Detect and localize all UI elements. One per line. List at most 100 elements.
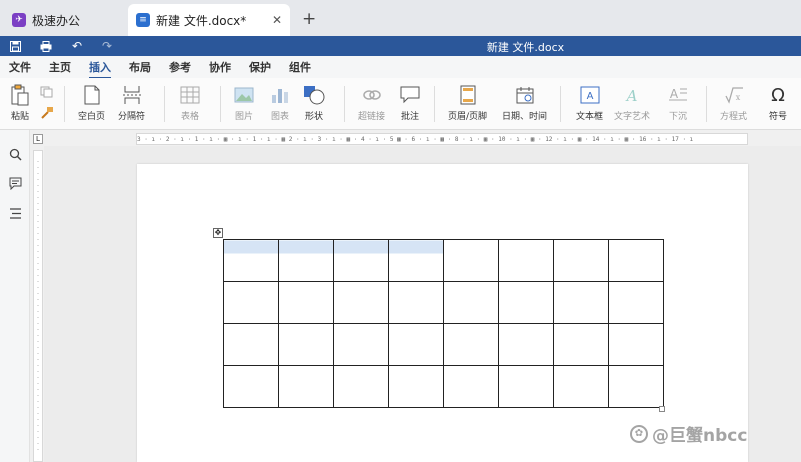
table-cell[interactable] [278,323,334,366]
textbox-button[interactable]: A 文本框 [576,84,603,122]
table-cell[interactable] [278,239,334,282]
table-cell[interactable] [333,323,389,366]
chart-label: 图表 [270,112,289,122]
tab-stop-selector[interactable]: L [33,134,43,144]
table-cell[interactable] [443,323,499,366]
table-cell[interactable] [553,281,609,324]
table-cell[interactable] [223,323,279,366]
menu-file[interactable]: 文件 [9,59,31,75]
comment-icon [398,84,422,106]
datetime-button[interactable]: 日期、时间 [502,84,547,122]
image-button[interactable]: 图片 [232,84,256,122]
table-resize-handle[interactable] [659,406,665,412]
omega-icon: Ω [771,84,785,106]
table-cell[interactable] [498,323,554,366]
menu-layout[interactable]: 布局 [129,59,151,75]
separator-button[interactable]: 分隔符 [118,84,145,122]
table-row [223,281,664,324]
shape-label: 形状 [304,112,323,122]
table-cell[interactable] [553,239,609,282]
table-cell[interactable] [333,239,389,282]
chart-button[interactable]: 图表 [268,84,292,122]
table-cell[interactable] [388,239,444,282]
table-cell[interactable] [223,281,279,324]
textbox-label: 文本框 [576,112,604,122]
table-cell[interactable] [608,239,664,282]
new-tab-button[interactable]: + [302,9,316,29]
menu-plugins[interactable]: 组件 [289,59,311,75]
table-cell[interactable] [608,281,664,324]
table-cell[interactable] [553,323,609,366]
ribbon-divider [434,86,435,122]
blank-page-icon [80,84,104,106]
table-label: 表格 [180,112,199,122]
dropcap-button[interactable]: A 下沉 [666,84,690,122]
table-cell[interactable] [388,281,444,324]
table-cell[interactable] [608,323,664,366]
paste-button[interactable]: 粘贴 [8,84,32,122]
table-cell[interactable] [498,281,554,324]
menu-protect[interactable]: 保护 [249,59,271,75]
paste-icon [8,84,32,106]
tab-bar: ✈ 极速办公 ≡ 新建 文件.docx* ✕ + [0,0,801,36]
menu-references[interactable]: 参考 [169,59,191,75]
document-icon: ≡ [136,13,150,27]
table-cell[interactable] [278,281,334,324]
ribbon-divider [706,86,707,122]
table-cell[interactable] [553,365,609,408]
equation-button[interactable]: x 方程式 [720,84,747,122]
ribbon-divider [560,86,561,122]
navigation-icon[interactable] [7,205,23,221]
table-move-handle-icon[interactable]: ✥ [213,228,223,238]
table-cell[interactable] [388,323,444,366]
equation-icon: x [722,84,746,106]
header-footer-button[interactable]: 页眉/页脚 [448,84,487,122]
table-cell[interactable] [388,365,444,408]
table-cell[interactable] [443,239,499,282]
dropcap-icon: A [666,84,690,106]
menu-insert[interactable]: 插入 [89,59,111,79]
svg-text:A: A [586,91,593,102]
header-footer-icon [456,84,480,106]
horizontal-ruler[interactable]: 3 · ı · 2 · ı · 1 · ı · ▦ · ı · 1 · ı · … [136,133,748,145]
tab-app-home[interactable]: ✈ 极速办公 [4,4,122,36]
table-cell[interactable] [608,365,664,408]
blank-page-button[interactable]: 空白页 [78,84,105,122]
copy-icon[interactable] [40,86,54,98]
close-icon[interactable]: ✕ [272,13,282,27]
image-icon [232,84,256,106]
comment-button[interactable]: 批注 [398,84,422,122]
table-cell[interactable] [278,365,334,408]
wordart-button[interactable]: A 文字艺术 [614,84,650,122]
menu-collaborate[interactable]: 协作 [209,59,231,75]
table-cell[interactable] [223,239,279,282]
search-icon[interactable] [7,146,23,162]
table-cell[interactable] [443,281,499,324]
svg-text:x: x [735,93,740,102]
document-table[interactable] [223,239,664,408]
vertical-ruler[interactable] [33,150,43,462]
menu-bar: 文件 主页 插入 布局 参考 协作 保护 组件 [0,56,801,79]
table-cell[interactable] [333,365,389,408]
table-row [223,239,664,282]
tab-document[interactable]: ≡ 新建 文件.docx* ✕ [128,4,290,36]
app-logo-icon: ✈ [12,13,26,27]
table-cell[interactable] [443,365,499,408]
table-button[interactable]: 表格 [178,84,202,122]
ribbon-divider [220,86,221,122]
symbol-button[interactable]: Ω 符号 [766,84,790,123]
menu-home[interactable]: 主页 [49,59,71,75]
ribbon-toolbar: 粘贴 空白页 分隔符 表格 图片 图表 形状 超链接 批注 页眉/页脚 日期、时… [0,78,801,130]
format-painter-icon[interactable] [40,106,54,120]
watermark-text: @巨蟹nbcc [652,426,748,446]
table-cell[interactable] [498,239,554,282]
hyperlink-button[interactable]: 超链接 [358,84,385,122]
shape-button[interactable]: 形状 [302,84,326,122]
left-sidebar [0,130,30,462]
textbox-icon: A [578,84,602,106]
page-break-icon [120,84,144,106]
table-cell[interactable] [333,281,389,324]
table-cell[interactable] [223,365,279,408]
table-cell[interactable] [498,365,554,408]
comments-panel-icon[interactable] [7,175,23,191]
